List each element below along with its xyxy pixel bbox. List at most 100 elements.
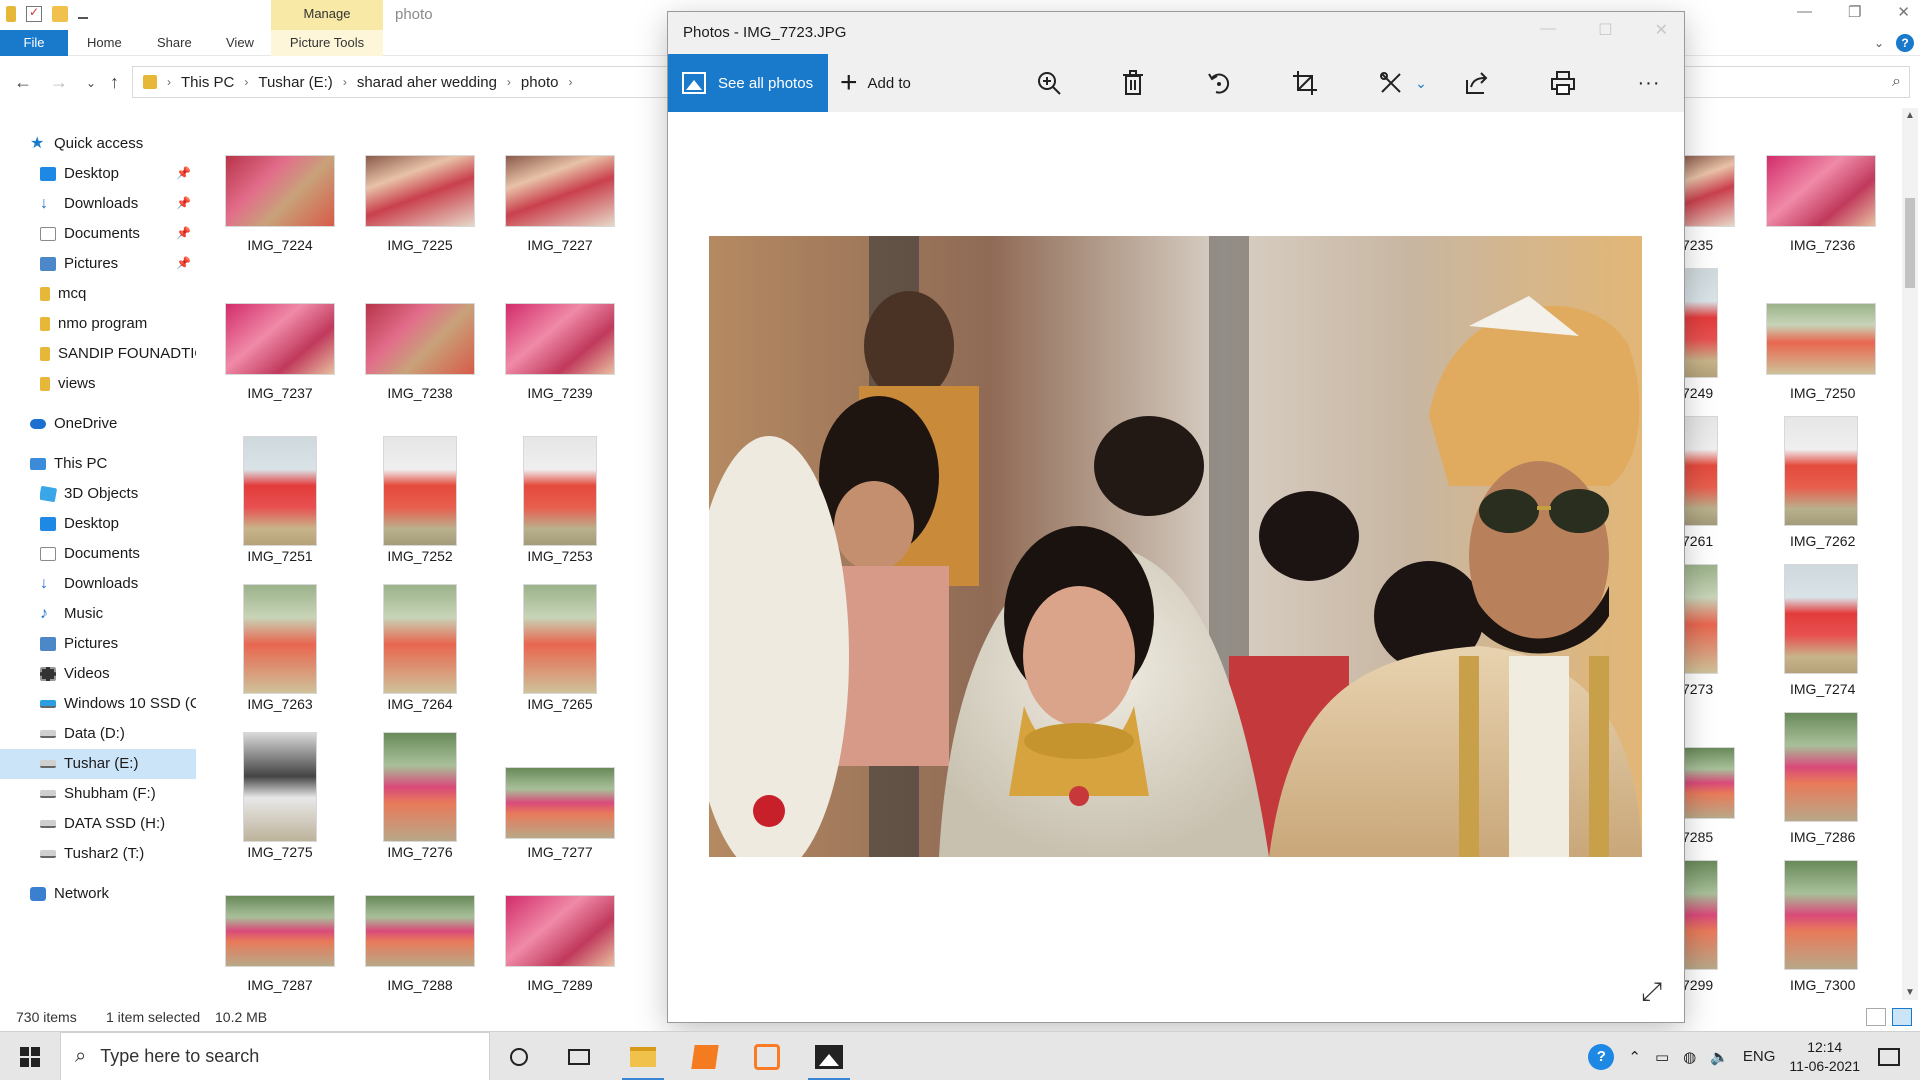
- taskbar-xampp[interactable]: [738, 1032, 796, 1080]
- address-bar[interactable]: › This PC › Tushar (E:) › sharad aher we…: [132, 66, 672, 98]
- photo-thumbnail[interactable]: [1784, 860, 1858, 970]
- thumbnail-item[interactable]: IMG_7237: [210, 288, 350, 433]
- breadcrumb-current[interactable]: photo: [521, 74, 559, 91]
- customize-toolbar-icon[interactable]: [78, 9, 88, 19]
- thumbnail-item[interactable]: IMG_7264: [350, 584, 490, 729]
- photo-thumbnail[interactable]: [1680, 747, 1735, 819]
- photo-thumbnail[interactable]: [1680, 564, 1718, 674]
- clock[interactable]: 12:14 11-06-2021: [1789, 1038, 1860, 1076]
- scrollbar-thumb[interactable]: [1905, 198, 1915, 288]
- taskbar-file-explorer[interactable]: [614, 1032, 672, 1080]
- thumbnail-item[interactable]: IMG_7227: [490, 140, 630, 285]
- zoom-in-icon[interactable]: [1032, 66, 1066, 100]
- nav-item-pictures-pc[interactable]: Pictures: [40, 629, 118, 659]
- nav-item-nmo-program[interactable]: nmo program: [40, 309, 147, 339]
- share-icon[interactable]: [1460, 66, 1494, 100]
- notification-icon[interactable]: [1878, 1047, 1900, 1066]
- tab-picture-tools[interactable]: Picture Tools: [271, 30, 383, 56]
- nav-item-documents[interactable]: Documents: [40, 219, 140, 249]
- network-globe-icon[interactable]: ◍: [1683, 1048, 1696, 1066]
- chevron-down-icon[interactable]: ⌄: [1404, 66, 1438, 100]
- nav-item-downloads[interactable]: ↓ Downloads: [40, 189, 138, 219]
- thumbnail-item[interactable]: IMG_7238: [350, 288, 490, 433]
- nav-item-drive-h[interactable]: DATA SSD (H:): [40, 809, 165, 839]
- nav-item-3d-objects[interactable]: 3D Objects: [40, 479, 138, 509]
- close-button[interactable]: ✕: [1897, 3, 1910, 21]
- volume-icon[interactable]: 🔈: [1710, 1048, 1729, 1066]
- full-screen-icon[interactable]: ⤢: [1641, 976, 1662, 1008]
- minimize-button[interactable]: —: [1540, 20, 1556, 40]
- thumbnail-item[interactable]: IMG_7224: [210, 140, 350, 285]
- wedding-photo[interactable]: [709, 236, 1642, 857]
- photo-thumbnail[interactable]: [1784, 564, 1858, 674]
- add-to-button[interactable]: + Add to: [840, 54, 911, 112]
- up-arrow-icon[interactable]: ↑: [110, 72, 119, 93]
- thumbnail-item[interactable]: IMG_7288: [350, 880, 490, 1025]
- rotate-icon[interactable]: [1202, 66, 1236, 100]
- breadcrumb-drive[interactable]: Tushar (E:): [258, 74, 332, 91]
- taskbar-photos[interactable]: [800, 1032, 858, 1080]
- photo-thumbnail[interactable]: [1766, 303, 1876, 375]
- thumbnail-item[interactable]: IMG_7265: [490, 584, 630, 729]
- see-all-photos-button[interactable]: See all photos: [668, 54, 828, 112]
- thumbnail-item[interactable]: IMG_7239: [490, 288, 630, 433]
- manage-tab[interactable]: Manage: [271, 0, 383, 30]
- help-icon[interactable]: ?: [1896, 34, 1914, 52]
- photo-thumbnail[interactable]: [1680, 860, 1718, 970]
- nav-item-drive-d[interactable]: Data (D:): [40, 719, 125, 749]
- recent-locations-icon[interactable]: ⌄: [86, 76, 96, 90]
- nav-item-music[interactable]: ♪ Music: [40, 599, 103, 629]
- expand-ribbon-icon[interactable]: ⌄: [1874, 36, 1884, 50]
- forward-arrow-icon[interactable]: →: [50, 72, 68, 93]
- nav-item-drive-c[interactable]: Windows 10 SSD (C: [40, 689, 196, 719]
- thumbnail-item[interactable]: IMG_7252: [350, 436, 490, 581]
- battery-icon[interactable]: ▭: [1655, 1048, 1669, 1066]
- thumbnail-item[interactable]: IMG_7277: [490, 732, 630, 877]
- language-indicator[interactable]: ENG: [1743, 1048, 1776, 1065]
- search-input[interactable]: ⌕: [1684, 66, 1910, 98]
- thumbnail-item[interactable]: IMG_7289: [490, 880, 630, 1025]
- photo-thumbnail[interactable]: [1680, 268, 1718, 378]
- nav-item-documents-pc[interactable]: Documents: [40, 539, 140, 569]
- help-icon[interactable]: ?: [1588, 1043, 1615, 1070]
- nav-network[interactable]: Network: [30, 879, 109, 909]
- nav-item-drive-t[interactable]: Tushar2 (T:): [40, 839, 144, 869]
- back-arrow-icon[interactable]: ←: [14, 72, 32, 93]
- thumbnail-item[interactable]: IMG_7225: [350, 140, 490, 285]
- properties-icon[interactable]: [26, 5, 42, 22]
- large-icons-view-icon[interactable]: [1892, 1008, 1912, 1026]
- vertical-scrollbar[interactable]: ▲ ▼: [1902, 108, 1918, 1000]
- task-view-button[interactable]: [550, 1032, 608, 1080]
- nav-item-sandip[interactable]: SANDIP FOUNADTIO: [40, 339, 196, 369]
- cortana-button[interactable]: [490, 1032, 548, 1080]
- nav-item-drive-f[interactable]: Shubham (F:): [40, 779, 156, 809]
- nav-item-mcq[interactable]: mcq: [40, 279, 86, 309]
- tab-home[interactable]: Home: [87, 30, 122, 56]
- taskbar-search[interactable]: ⌕ Type here to search: [60, 1032, 490, 1080]
- more-icon[interactable]: ···: [1632, 66, 1666, 100]
- thumbnail-item[interactable]: IMG_7275: [210, 732, 350, 877]
- restore-button[interactable]: ❐: [1848, 3, 1861, 21]
- scroll-down-icon[interactable]: ▼: [1905, 987, 1915, 998]
- nav-item-pictures[interactable]: Pictures: [40, 249, 118, 279]
- nav-item-desktop-pc[interactable]: Desktop: [40, 509, 119, 539]
- details-view-icon[interactable]: [1866, 1008, 1886, 1026]
- breadcrumb-this-pc[interactable]: This PC: [181, 74, 234, 91]
- nav-item-views[interactable]: views: [40, 369, 96, 399]
- chevron-up-icon[interactable]: ⌃: [1628, 1048, 1641, 1066]
- tab-file[interactable]: File: [0, 30, 68, 56]
- delete-icon[interactable]: [1116, 66, 1150, 100]
- photo-thumbnail[interactable]: [1680, 416, 1718, 526]
- edit-icon[interactable]: [1374, 66, 1408, 100]
- folder-icon[interactable]: [6, 6, 16, 22]
- nav-item-drive-e[interactable]: Tushar (E:): [0, 749, 196, 779]
- nav-quick-access[interactable]: ★ Quick access: [30, 129, 143, 159]
- maximize-button[interactable]: ☐: [1598, 20, 1612, 40]
- print-icon[interactable]: [1546, 66, 1580, 100]
- new-folder-icon[interactable]: [52, 6, 68, 22]
- photo-thumbnail[interactable]: [1784, 416, 1858, 526]
- nav-item-downloads-pc[interactable]: ↓ Downloads: [40, 569, 138, 599]
- photo-thumbnail[interactable]: [1766, 155, 1876, 227]
- photo-thumbnail[interactable]: [1784, 712, 1858, 822]
- scroll-up-icon[interactable]: ▲: [1905, 110, 1915, 121]
